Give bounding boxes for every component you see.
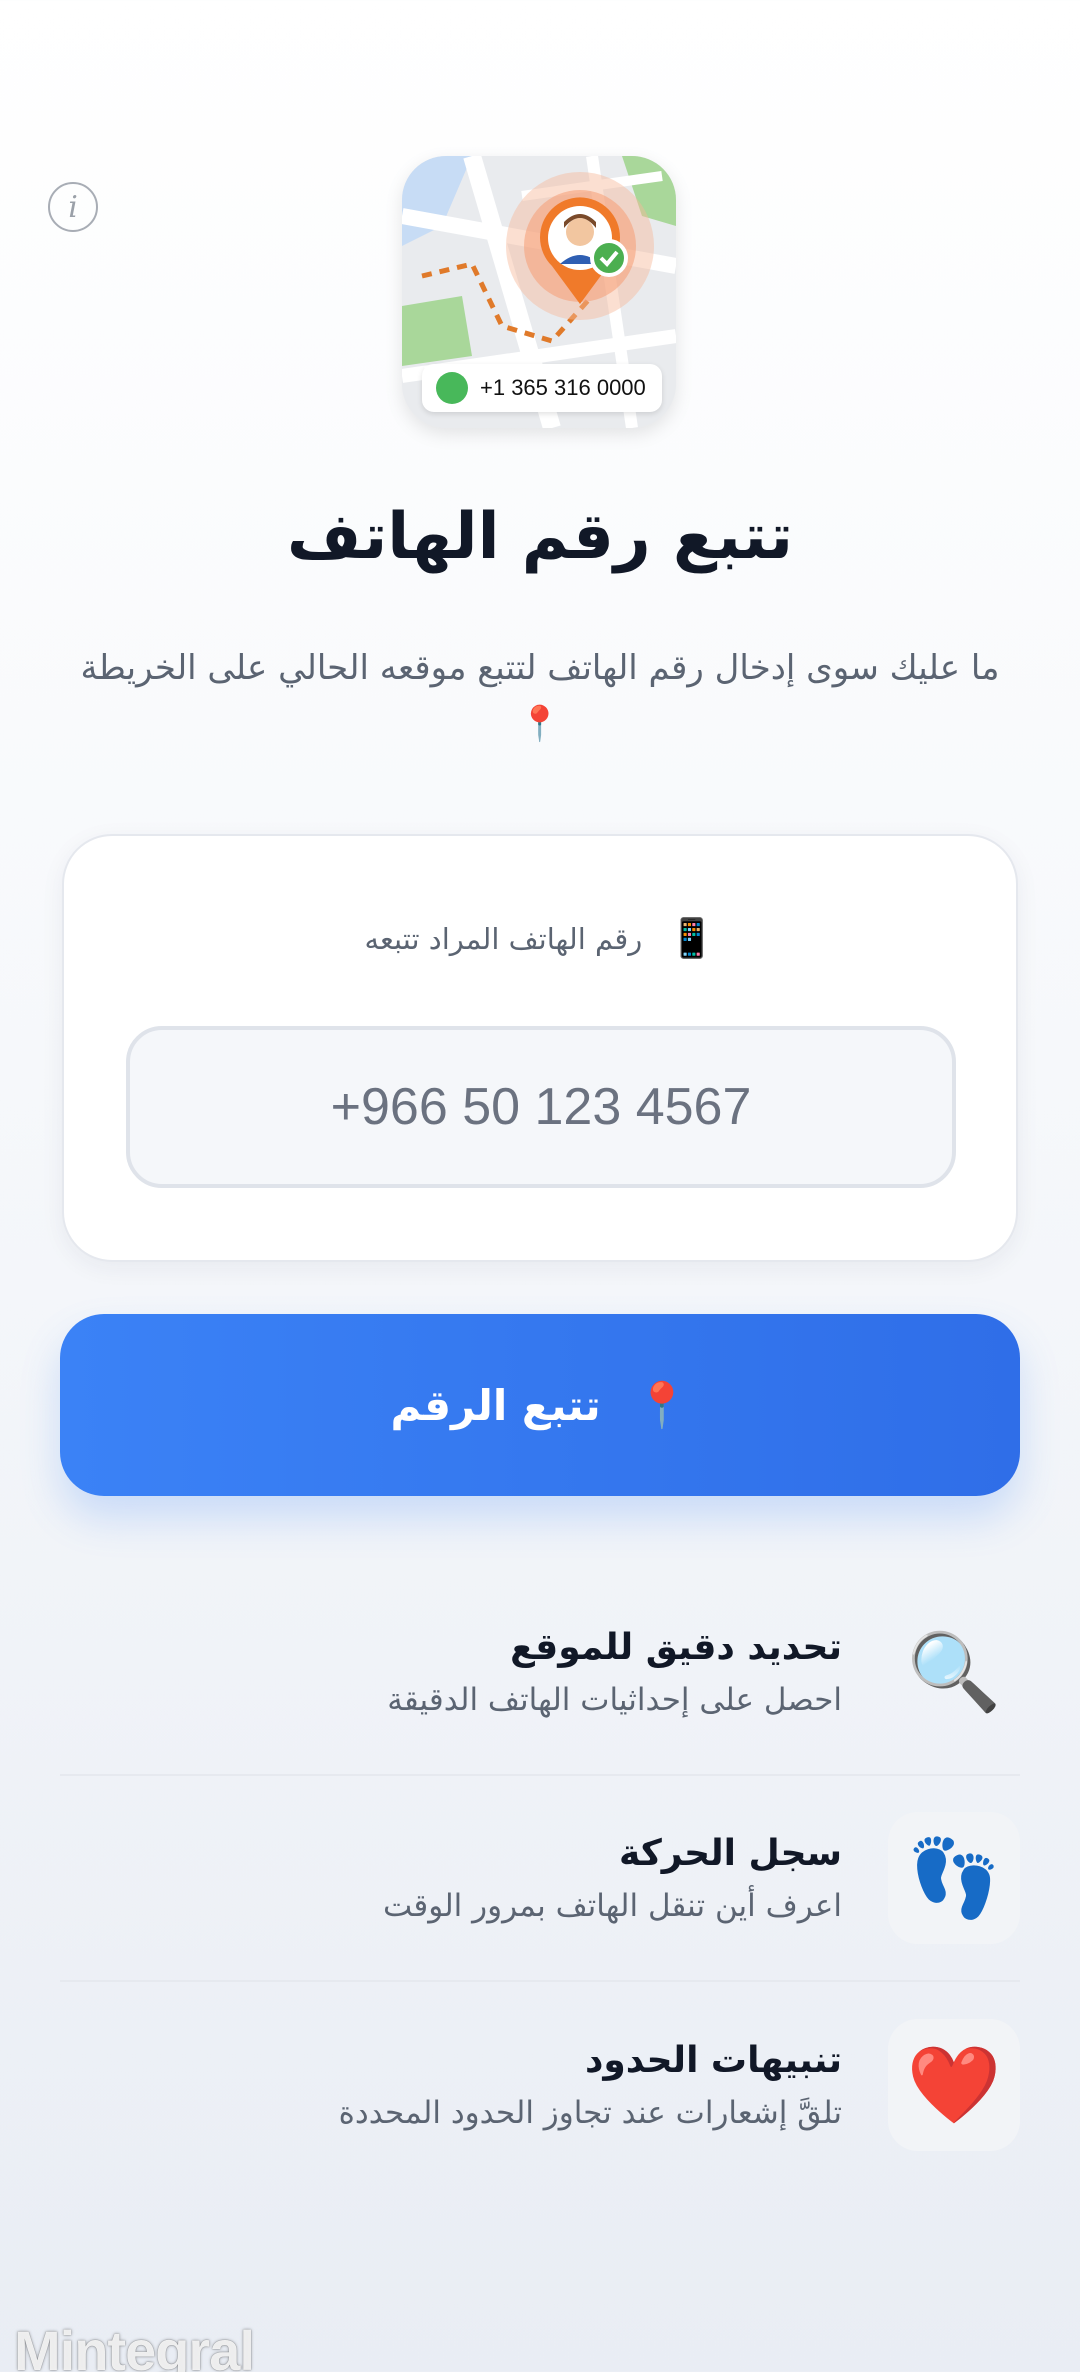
features-list: 🔍 تحديد دقيق للموقع احصل على إحداثيات ال… — [60, 1570, 1020, 2188]
call-icon — [424, 366, 468, 404]
phone-field-label: رقم الهاتف المراد تتبعه 📱 — [64, 916, 1016, 961]
page-title: تتبع رقم الهاتف — [287, 500, 793, 574]
info-icon[interactable]: i — [48, 182, 98, 232]
phone-form-card: رقم الهاتف المراد تتبعه 📱 — [62, 834, 1018, 1262]
check-icon — [590, 239, 628, 277]
feature-title: سجل الحركة — [619, 1832, 842, 1874]
feature-boundary-alerts: ❤️ تنبيهات الحدود تلقَّ إشعارات عند تجاو… — [60, 1982, 1020, 2188]
magnifier-icon: 🔍 — [906, 1627, 1002, 1716]
feature-description: اعرف أين تنقل الهاتف بمرور الوقت — [382, 1887, 842, 1924]
watermark-logo: Mintegral — [14, 2319, 255, 2372]
heart-icon: ❤️ — [888, 2019, 1020, 2151]
track-number-button[interactable]: تتبع الرقم 📍 — [60, 1314, 1020, 1496]
feature-precise-location: 🔍 تحديد دقيق للموقع احصل على إحداثيات ال… — [60, 1570, 1020, 1776]
footprints-icon: 👣 — [888, 1812, 1020, 1944]
hero-illustration: +1 365 316 0000 — [402, 156, 676, 428]
hero-phone-number: +1 365 316 0000 — [480, 375, 646, 400]
page-subtitle: ما عليك سوى إدخال رقم الهاتف لتتبع موقعه… — [80, 648, 1000, 744]
phone-number-input[interactable] — [126, 1026, 956, 1188]
feature-description: احصل على إحداثيات الهاتف الدقيقة — [387, 1681, 842, 1718]
hero-phone-badge: +1 365 316 0000 — [422, 364, 662, 412]
feature-description: تلقَّ إشعارات عند تجاوز الحدود المحددة — [338, 2094, 842, 2131]
location-pin-icon: 📍 — [634, 1380, 690, 1431]
feature-title: تنبيهات الحدود — [584, 2039, 842, 2081]
feature-movement-history: 👣 سجل الحركة اعرف أين تنقل الهاتف بمرور … — [60, 1776, 1020, 1982]
phone-label-text: رقم الهاتف المراد تتبعه — [364, 921, 643, 956]
mobile-phone-icon: 📱 — [668, 916, 716, 960]
feature-title: تحديد دقيق للموقع — [510, 1626, 842, 1668]
track-button-label: تتبع الرقم — [390, 1380, 601, 1430]
